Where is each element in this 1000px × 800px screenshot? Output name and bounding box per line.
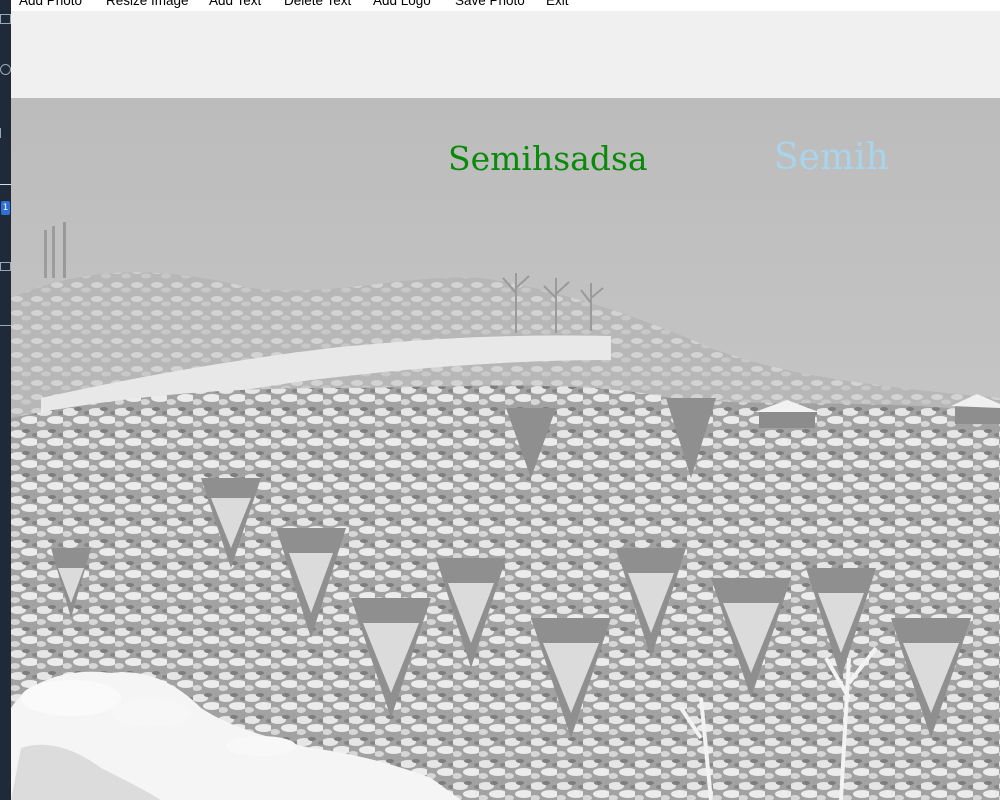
layer-icon[interactable] [0,262,11,271]
side-panel-strip: 1 [0,0,11,800]
menu-add-logo[interactable]: Add Logo [373,0,431,8]
overlay-text-1[interactable]: Semihsadsa [448,142,648,175]
menu-bar: Add Photo Resize Image Add Text Delete T… [11,0,1000,11]
menu-add-text[interactable]: Add Text [209,0,261,8]
toolbar-area [11,11,1000,98]
menu-delete-text[interactable]: Delete Text [284,0,351,8]
triangle-icon[interactable] [0,316,11,326]
snowy-forest-photo [11,98,1000,800]
pen-icon[interactable] [0,128,11,138]
square-icon[interactable] [0,14,11,24]
menu-resize-image[interactable]: Resize Image [106,0,189,8]
cursor-icon[interactable] [0,184,11,190]
circle-icon[interactable] [0,64,11,75]
menu-add-photo[interactable]: Add Photo [19,0,82,8]
overlay-text-2[interactable]: Semih [774,140,889,176]
photo-canvas[interactable]: Semihsadsa Semih [11,98,1000,800]
menu-save-photo[interactable]: Save Photo [455,0,525,8]
menu-exit[interactable]: Exit [546,0,569,8]
count-badge: 1 [1,201,10,215]
